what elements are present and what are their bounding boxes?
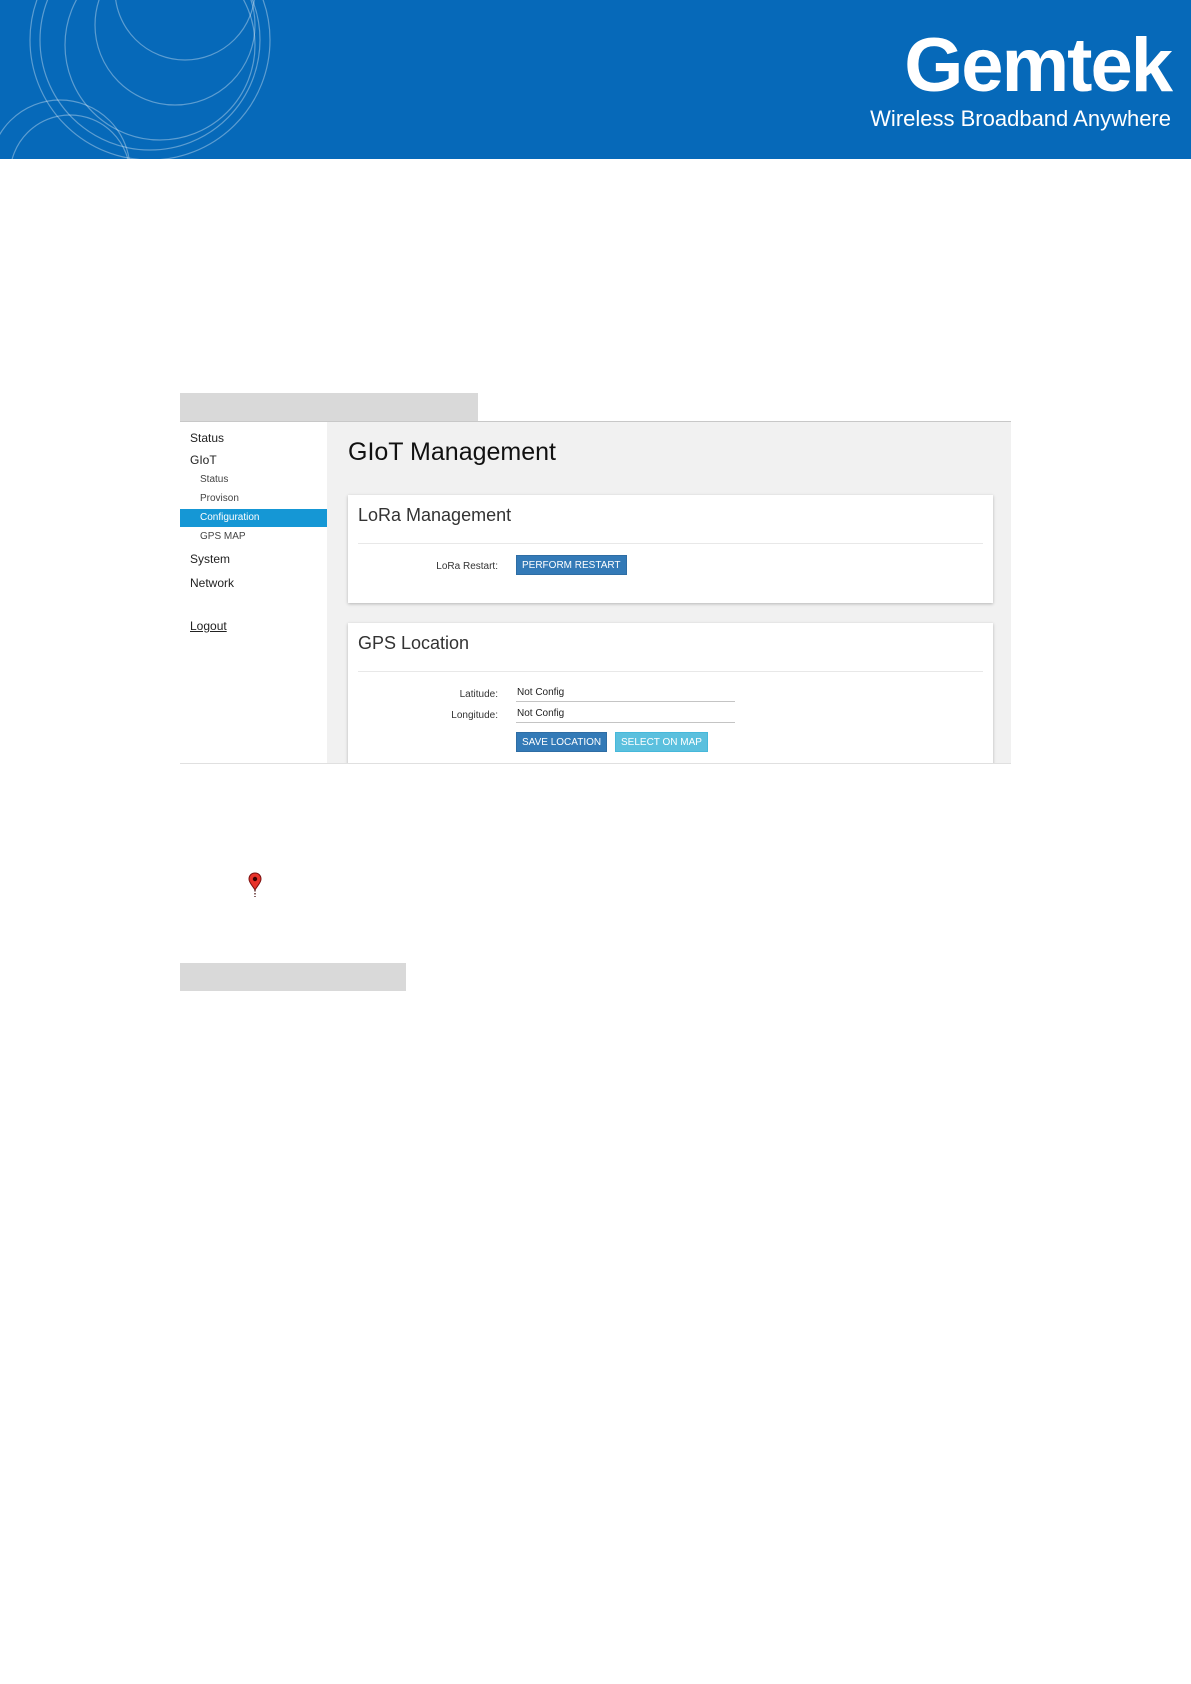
- sidebar-subitem-configuration-label: Configuration: [200, 512, 260, 523]
- card-title: LoRa Management: [358, 505, 512, 525]
- giot-management-screenshot: Status GIoT Status Provison Configuratio…: [180, 421, 1011, 764]
- main-content: GIoT Management LoRa Management LoRa Res…: [327, 422, 1011, 763]
- gps-location-card: GPS Location Latitude: Not Config Longit…: [348, 623, 993, 763]
- map-pin-icon: [248, 872, 262, 903]
- sidebar-item-giot[interactable]: GIoT: [190, 453, 217, 467]
- perform-restart-button[interactable]: PERFORM RESTART: [516, 555, 627, 575]
- sidebar-subitem-configuration[interactable]: Configuration: [180, 509, 327, 527]
- decorative-rings: [0, 0, 271, 159]
- sidebar-subitem-status[interactable]: Status: [200, 474, 228, 485]
- divider: [358, 671, 983, 672]
- card-title: GPS Location: [358, 633, 470, 653]
- sidebar-subitem-gps-map[interactable]: GPS MAP: [200, 531, 246, 542]
- lora-management-card: LoRa Management LoRa Restart: PERFORM RE…: [348, 495, 993, 603]
- latitude-field[interactable]: Not Config: [516, 687, 735, 702]
- caption-bar: [180, 963, 406, 991]
- sidebar-item-system[interactable]: System: [190, 552, 230, 566]
- longitude-field[interactable]: Not Config: [516, 708, 735, 723]
- brand-logo: Gemtek Wireless Broadband Anywhere: [870, 23, 1173, 132]
- sidebar-subitem-provison[interactable]: Provison: [200, 493, 239, 504]
- brand-tagline: Wireless Broadband Anywhere: [870, 106, 1171, 131]
- sidebar-item-logout[interactable]: Logout: [190, 619, 227, 633]
- page-title: GIoT Management: [348, 438, 556, 466]
- divider: [358, 543, 983, 544]
- sidebar-item-network[interactable]: Network: [190, 576, 234, 590]
- save-location-button[interactable]: SAVE LOCATION: [516, 732, 608, 752]
- lora-restart-label: LoRa Restart:: [436, 561, 498, 572]
- sidebar: Status GIoT Status Provison Configuratio…: [180, 422, 327, 763]
- latitude-label: Latitude:: [459, 689, 498, 700]
- brand-name: Gemtek: [904, 23, 1173, 108]
- header-banner: Gemtek Wireless Broadband Anywhere: [0, 0, 1191, 159]
- caption-bar: [180, 393, 478, 421]
- select-on-map-button[interactable]: SELECT ON MAP: [615, 732, 708, 752]
- sidebar-item-status[interactable]: Status: [190, 431, 224, 445]
- longitude-label: Longitude:: [451, 710, 498, 721]
